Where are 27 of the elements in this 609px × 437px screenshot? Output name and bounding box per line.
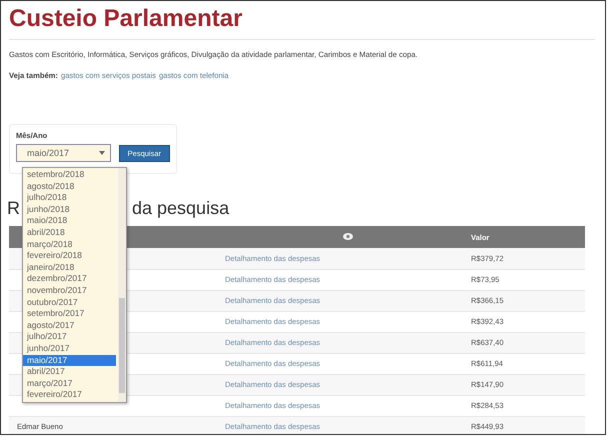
month-option[interactable]: junho/2017 [23, 342, 118, 354]
month-option[interactable]: maio/2017 [23, 354, 116, 366]
month-option[interactable]: março/2017 [23, 378, 118, 390]
month-select[interactable]: maio/2017 [16, 144, 111, 162]
month-option[interactable]: novembro/2017 [23, 284, 118, 297]
eye-icon [343, 232, 353, 240]
month-option[interactable]: abril/2017 [23, 366, 118, 378]
month-option[interactable]: agosto/2017 [23, 320, 118, 332]
month-option[interactable]: janeiro/2018 [23, 262, 118, 274]
caret-icon [98, 151, 105, 155]
month-option[interactable]: julho/2018 [23, 192, 118, 204]
month-option[interactable]: setembro/2018 [23, 169, 118, 181]
month-option[interactable]: fevereiro/2018 [23, 250, 118, 262]
month-option[interactable]: maio/2018 [23, 215, 118, 227]
scrollbar[interactable] [118, 168, 126, 402]
month-option[interactable]: abril/2018 [23, 226, 118, 239]
month-option[interactable]: março/2018 [23, 238, 118, 250]
month-option[interactable]: outubro/2017 [23, 296, 118, 308]
results-heading: R [7, 198, 20, 218]
month-option[interactable]: dezembro/2017 [23, 273, 118, 285]
month-option[interactable]: agosto/2018 [23, 180, 118, 192]
page-title: Custeio Parlamentar [9, 4, 244, 34]
month-option[interactable]: junho/2018 [23, 204, 118, 216]
month-option[interactable]: fevereiro/2017 [23, 389, 118, 401]
results-heading: da pesquisa [132, 198, 230, 218]
month-option[interactable]: setembro/2017 [23, 308, 118, 320]
month-option[interactable]: julho/2017 [23, 331, 118, 343]
